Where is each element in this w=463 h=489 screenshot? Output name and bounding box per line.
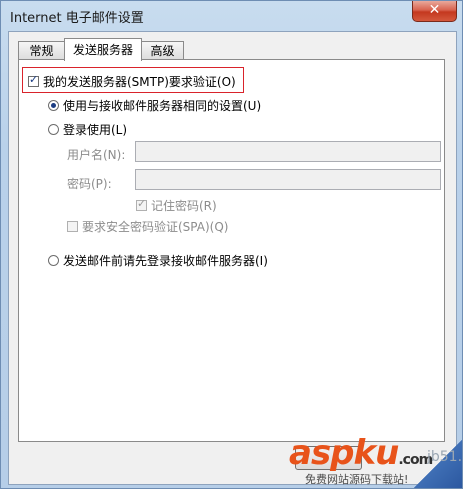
watermark-brand: aspku.com [289, 433, 433, 473]
dialog-window: Internet 电子邮件设置 ✕ 常规 发送服务器 高级 我的发送服务器(SM… [0, 0, 463, 489]
smtp-auth-option[interactable]: 我的发送服务器(SMTP)要求验证(O) [28, 73, 236, 90]
login-using-option[interactable]: 登录使用(L) [48, 121, 127, 138]
tab-outgoing-server[interactable]: 发送服务器 [64, 38, 142, 61]
remember-password-label: 记住密码(R) [151, 199, 217, 213]
login-before-send-label: 发送邮件前请先登录接收邮件服务器(I) [63, 254, 268, 268]
smtp-auth-label: 我的发送服务器(SMTP)要求验证(O) [43, 75, 236, 89]
username-label: 用户名(N): [67, 148, 126, 162]
remember-password-option[interactable]: 记住密码(R) [136, 197, 217, 214]
spa-label: 要求安全密码验证(SPA)(Q) [82, 220, 229, 234]
login-using-label: 登录使用(L) [63, 123, 128, 137]
title-bar: Internet 电子邮件设置 ✕ [1, 1, 462, 31]
window-title: Internet 电子邮件设置 [10, 11, 144, 26]
watermark: aspku.com jb51.net 免费网站源码下载站! [285, 433, 463, 488]
watermark-brand-text: aspku [289, 433, 399, 473]
spa-checkbox[interactable] [67, 221, 78, 232]
close-icon: ✕ [428, 2, 441, 18]
login-using-radio[interactable] [48, 124, 59, 135]
spa-option[interactable]: 要求安全密码验证(SPA)(Q) [67, 218, 228, 235]
watermark-gray-text: jb51.net [427, 449, 463, 465]
same-settings-option[interactable]: 使用与接收邮件服务器相同的设置(U) [48, 97, 261, 114]
outgoing-server-panel: 我的发送服务器(SMTP)要求验证(O) 使用与接收邮件服务器相同的设置(U) … [18, 59, 445, 442]
same-settings-radio[interactable] [48, 100, 59, 111]
password-label: 密码(P): [67, 177, 112, 191]
remember-password-checkbox[interactable] [136, 197, 147, 211]
same-settings-label: 使用与接收邮件服务器相同的设置(U) [63, 99, 262, 113]
tab-advanced[interactable]: 高级 [141, 41, 184, 60]
username-field[interactable] [135, 141, 441, 162]
tab-general[interactable]: 常规 [18, 41, 65, 60]
login-before-send-radio[interactable] [48, 255, 59, 266]
smtp-auth-checkbox[interactable] [28, 73, 39, 87]
login-before-send-option[interactable]: 发送邮件前请先登录接收邮件服务器(I) [48, 252, 268, 269]
watermark-subtitle: 免费网站源码下载站! [305, 473, 409, 486]
dialog-client-area: 常规 发送服务器 高级 我的发送服务器(SMTP)要求验证(O) 使用与接收邮件… [8, 31, 457, 485]
password-field[interactable] [135, 169, 441, 190]
close-button[interactable]: ✕ [412, 1, 457, 22]
